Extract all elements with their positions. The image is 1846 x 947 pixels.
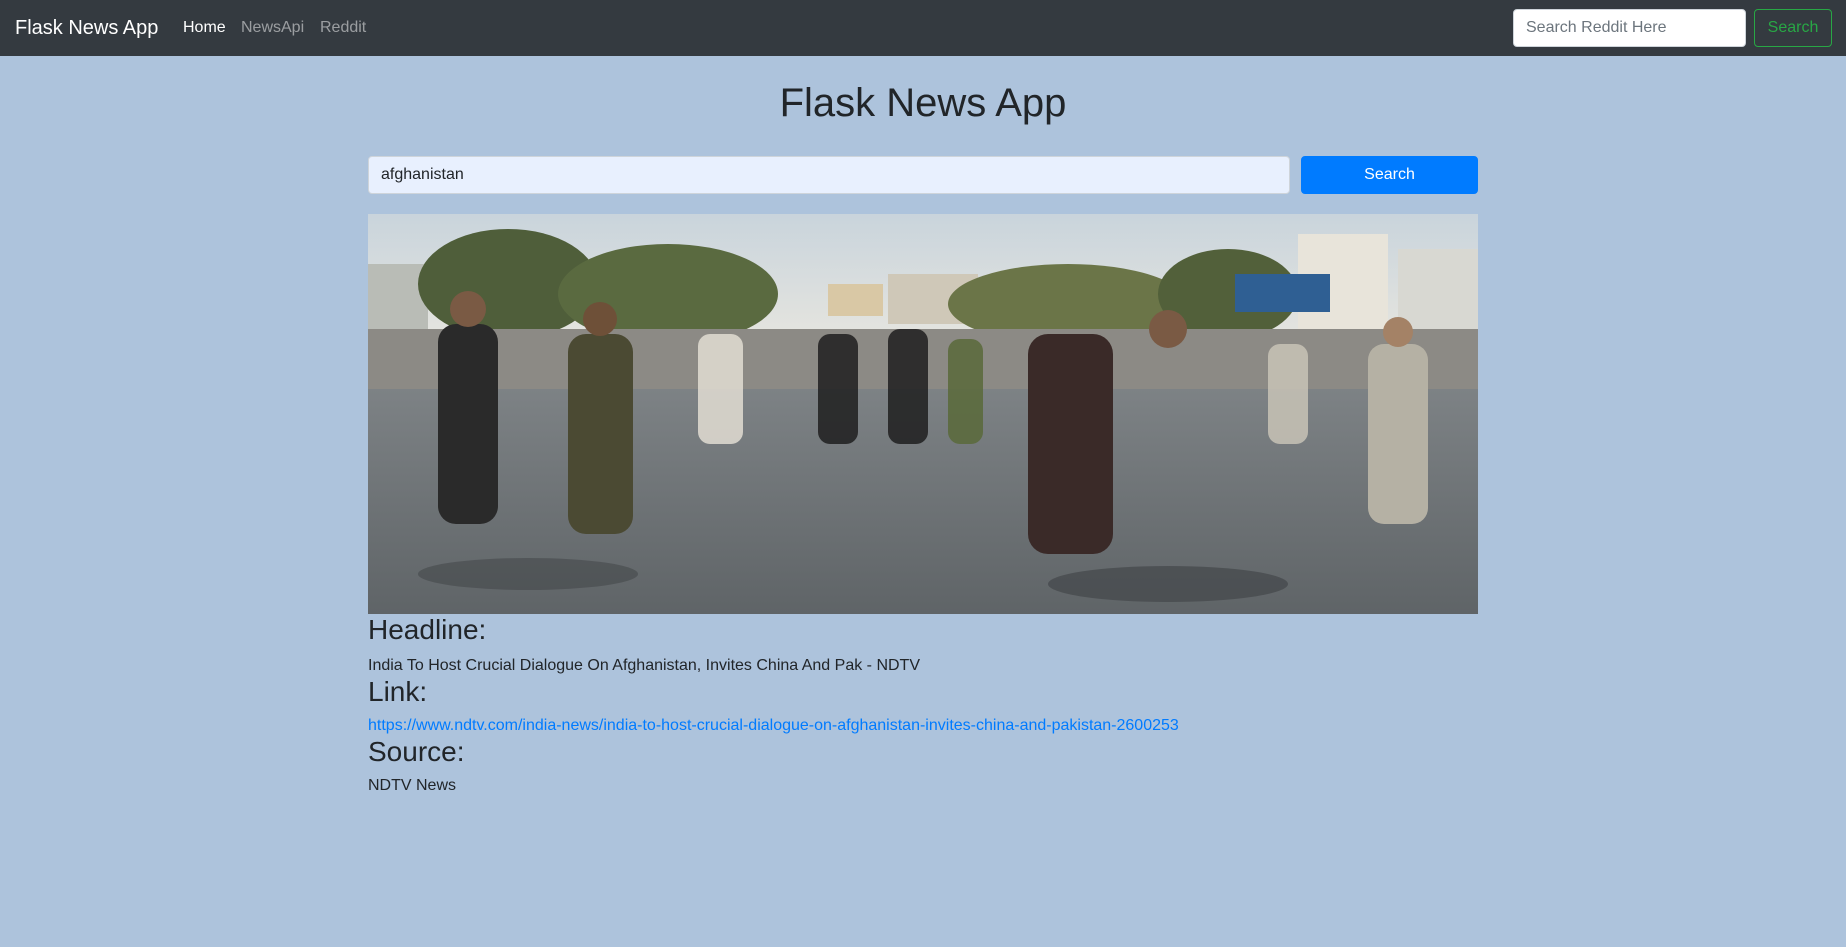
nav-link-reddit[interactable]: Reddit (320, 17, 366, 39)
top-navbar: Flask News App Home NewsApi Reddit Searc… (0, 0, 1846, 56)
navbar-brand[interactable]: Flask News App (15, 14, 158, 42)
link-label: Link: (368, 676, 428, 707)
headline-label: Headline: (368, 614, 487, 645)
headline-text: India To Host Crucial Dialogue On Afghan… (368, 657, 920, 674)
news-search-button[interactable]: Search (1301, 156, 1478, 194)
nav-link-newsapi[interactable]: NewsApi (241, 17, 304, 39)
article-link[interactable]: https://www.ndtv.com/india-news/india-to… (368, 715, 1179, 737)
news-photo-illustration (368, 214, 1478, 614)
nav-link-home[interactable]: Home (183, 17, 226, 39)
source-text: NDTV News (368, 777, 457, 794)
news-photo (368, 214, 1478, 614)
page-title: Flask News App (779, 81, 1067, 125)
reddit-search-button[interactable]: Search (1754, 9, 1832, 47)
source-label: Source: (368, 736, 465, 767)
reddit-search-input[interactable] (1513, 9, 1746, 47)
news-search-input[interactable] (368, 156, 1290, 194)
